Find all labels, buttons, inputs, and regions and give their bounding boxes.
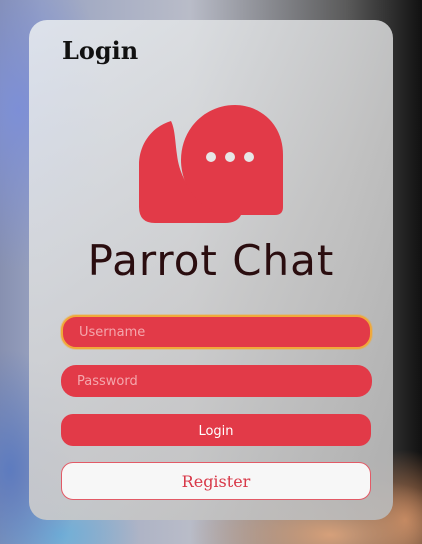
login-button[interactable]: Login: [61, 414, 371, 446]
password-input[interactable]: [61, 365, 372, 397]
logo-text: Parrot Chat: [87, 236, 335, 285]
login-card: Login Parrot Chat Login Register: [29, 20, 393, 520]
register-button[interactable]: Register: [61, 462, 371, 500]
username-input[interactable]: [61, 315, 372, 349]
chat-bubbles-icon: [139, 105, 283, 223]
page-title: Login: [62, 36, 139, 65]
